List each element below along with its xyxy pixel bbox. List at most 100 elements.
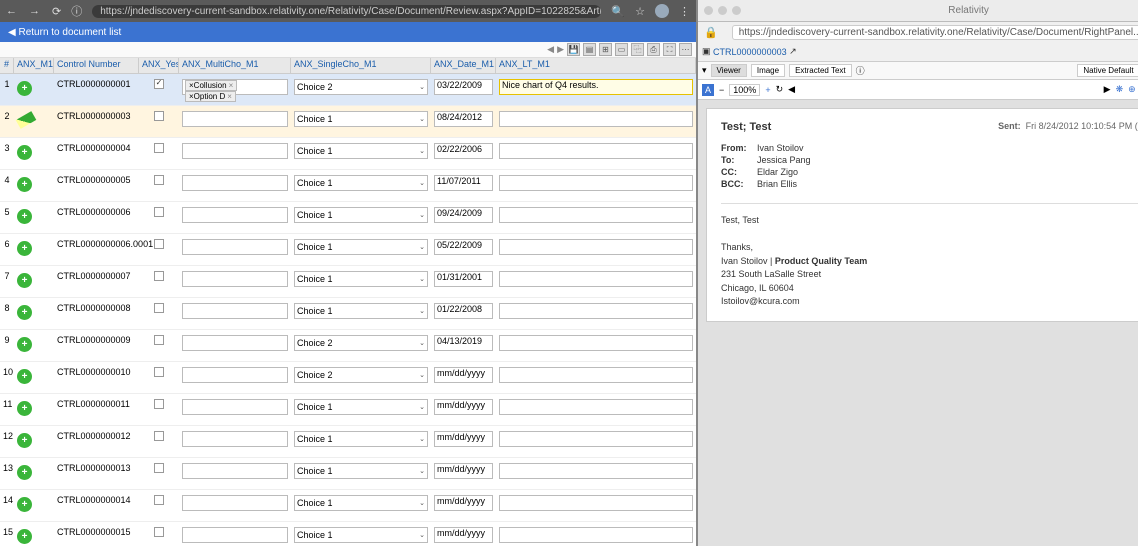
lt-input[interactable]: [499, 239, 693, 255]
table-row[interactable]: 15+CTRL0000000015Choice 1⌄mm/dd/yyyy: [0, 522, 696, 546]
zoom-in-icon[interactable]: +: [765, 85, 770, 95]
nav-next-icon[interactable]: ▶: [557, 44, 564, 55]
table-row[interactable]: 6+CTRL0000000006.0001Choice 1⌄05/22/2009: [0, 234, 696, 266]
yesno-cell[interactable]: [139, 110, 179, 124]
table-row[interactable]: 10+CTRL0000000010Choice 2⌄mm/dd/yyyy: [0, 362, 696, 394]
multi-cell[interactable]: [179, 142, 291, 160]
multi-input[interactable]: [182, 463, 288, 479]
page-next-icon[interactable]: ▶: [1104, 84, 1111, 95]
header-multi[interactable]: ANX_MultiCho_M1: [179, 58, 291, 73]
lt-cell[interactable]: Nice chart of Q4 results.: [496, 78, 696, 96]
date-input[interactable]: 05/22/2009: [434, 239, 493, 255]
row-action[interactable]: +: [14, 398, 54, 417]
yesno-cell[interactable]: [139, 174, 179, 188]
row-action[interactable]: +: [14, 462, 54, 481]
multi-cell[interactable]: [179, 302, 291, 320]
single-cell[interactable]: Choice 1⌄: [291, 494, 431, 512]
header-date[interactable]: ANX_Date_M1: [431, 58, 496, 73]
add-icon[interactable]: +: [17, 401, 32, 416]
multi-cell[interactable]: ×Collusion××Option D×: [179, 78, 291, 96]
add-icon[interactable]: +: [17, 209, 32, 224]
multi-input[interactable]: [182, 367, 288, 383]
multi-cell[interactable]: [179, 430, 291, 448]
lock-icon[interactable]: 🔒: [704, 26, 718, 39]
tool-print-icon[interactable]: ⎙: [647, 43, 660, 56]
checkbox-icon[interactable]: [154, 207, 164, 217]
lt-cell[interactable]: [496, 526, 696, 544]
multi-input[interactable]: [182, 303, 288, 319]
lt-cell[interactable]: [496, 334, 696, 352]
lt-input[interactable]: [499, 527, 693, 543]
checkbox-icon[interactable]: [154, 367, 164, 377]
reload-icon[interactable]: ⟳: [52, 5, 61, 18]
table-row[interactable]: 13+CTRL0000000013Choice 1⌄mm/dd/yyyy: [0, 458, 696, 490]
doc-link[interactable]: CTRL0000000003: [713, 47, 787, 57]
search-icon[interactable]: 🔍: [611, 5, 625, 18]
lt-cell[interactable]: [496, 206, 696, 224]
checkbox-icon[interactable]: [154, 143, 164, 153]
lt-input[interactable]: [499, 335, 693, 351]
single-select[interactable]: Choice 1⌄: [294, 463, 428, 479]
date-cell[interactable]: mm/dd/yyyy: [431, 494, 496, 512]
multi-input[interactable]: [182, 271, 288, 287]
add-icon[interactable]: +: [17, 305, 32, 320]
yesno-cell[interactable]: [139, 78, 179, 91]
checkbox-icon[interactable]: [154, 431, 164, 441]
header-m1[interactable]: ANX_M1_...: [14, 58, 54, 73]
tool-layout-icon[interactable]: ▤: [583, 43, 596, 56]
single-cell[interactable]: Choice 1⌄: [291, 398, 431, 416]
lt-cell[interactable]: [496, 494, 696, 512]
checkbox-icon[interactable]: [154, 527, 164, 537]
multi-input[interactable]: [182, 175, 288, 191]
date-input[interactable]: 01/22/2008: [434, 303, 493, 319]
tool2-icon[interactable]: ⊕: [1128, 84, 1136, 95]
dropdown-icon[interactable]: ▾: [702, 65, 707, 76]
single-select[interactable]: Choice 1⌄: [294, 431, 428, 447]
address-bar[interactable]: https://jndediscovery-current-sandbox.re…: [92, 5, 601, 18]
multi-input[interactable]: [182, 111, 288, 127]
lt-cell[interactable]: [496, 366, 696, 384]
page-prev-icon[interactable]: ◀: [788, 84, 795, 95]
table-row[interactable]: 9+CTRL0000000009Choice 2⌄04/13/2019: [0, 330, 696, 362]
table-row[interactable]: 11+CTRL0000000011Choice 1⌄mm/dd/yyyy: [0, 394, 696, 426]
header-single[interactable]: ANX_SingleCho_M1: [291, 58, 431, 73]
date-cell[interactable]: 04/13/2019: [431, 334, 496, 352]
date-cell[interactable]: 08/24/2012: [431, 110, 496, 128]
edit-icon[interactable]: [16, 111, 37, 129]
table-row[interactable]: 5+CTRL0000000006Choice 1⌄09/24/2009: [0, 202, 696, 234]
yesno-cell[interactable]: [139, 142, 179, 156]
single-select[interactable]: Choice 1⌄: [294, 239, 428, 255]
multi-input[interactable]: ×Collusion××Option D×: [182, 79, 288, 95]
lt-input[interactable]: Nice chart of Q4 results.: [499, 79, 693, 95]
menu-icon[interactable]: ⋮: [679, 5, 690, 18]
checkbox-icon[interactable]: [154, 271, 164, 281]
single-select[interactable]: Choice 1⌄: [294, 143, 428, 159]
add-icon[interactable]: +: [17, 497, 32, 512]
add-icon[interactable]: +: [17, 177, 32, 192]
tool-copy-icon[interactable]: ⿻: [631, 43, 644, 56]
checkbox-icon[interactable]: [154, 463, 164, 473]
minimize-icon[interactable]: [718, 6, 727, 15]
single-cell[interactable]: Choice 1⌄: [291, 174, 431, 192]
date-cell[interactable]: 09/24/2009: [431, 206, 496, 224]
header-yesno[interactable]: ANX_YesN...: [139, 58, 179, 73]
row-action[interactable]: +: [14, 494, 54, 513]
single-select[interactable]: Choice 1⌄: [294, 271, 428, 287]
header-lt[interactable]: ANX_LT_M1: [496, 58, 696, 73]
single-select[interactable]: Choice 2⌄: [294, 367, 428, 383]
multi-input[interactable]: [182, 399, 288, 415]
date-input[interactable]: 02/22/2006: [434, 143, 493, 159]
lt-input[interactable]: [499, 207, 693, 223]
yesno-cell[interactable]: [139, 462, 179, 476]
checkbox-icon[interactable]: [154, 335, 164, 345]
table-row[interactable]: 7+CTRL0000000007Choice 1⌄01/31/2001: [0, 266, 696, 298]
date-cell[interactable]: 11/07/2011: [431, 174, 496, 192]
table-row[interactable]: 1+CTRL0000000001×Collusion××Option D×Cho…: [0, 74, 696, 106]
multi-input[interactable]: [182, 431, 288, 447]
table-row[interactable]: 4+CTRL0000000005Choice 1⌄11/07/2011: [0, 170, 696, 202]
lt-cell[interactable]: [496, 238, 696, 256]
table-row[interactable]: 2CTRL0000000003Choice 1⌄08/24/2012: [0, 106, 696, 138]
row-action[interactable]: +: [14, 142, 54, 161]
lt-input[interactable]: [499, 175, 693, 191]
multi-cell[interactable]: [179, 110, 291, 128]
